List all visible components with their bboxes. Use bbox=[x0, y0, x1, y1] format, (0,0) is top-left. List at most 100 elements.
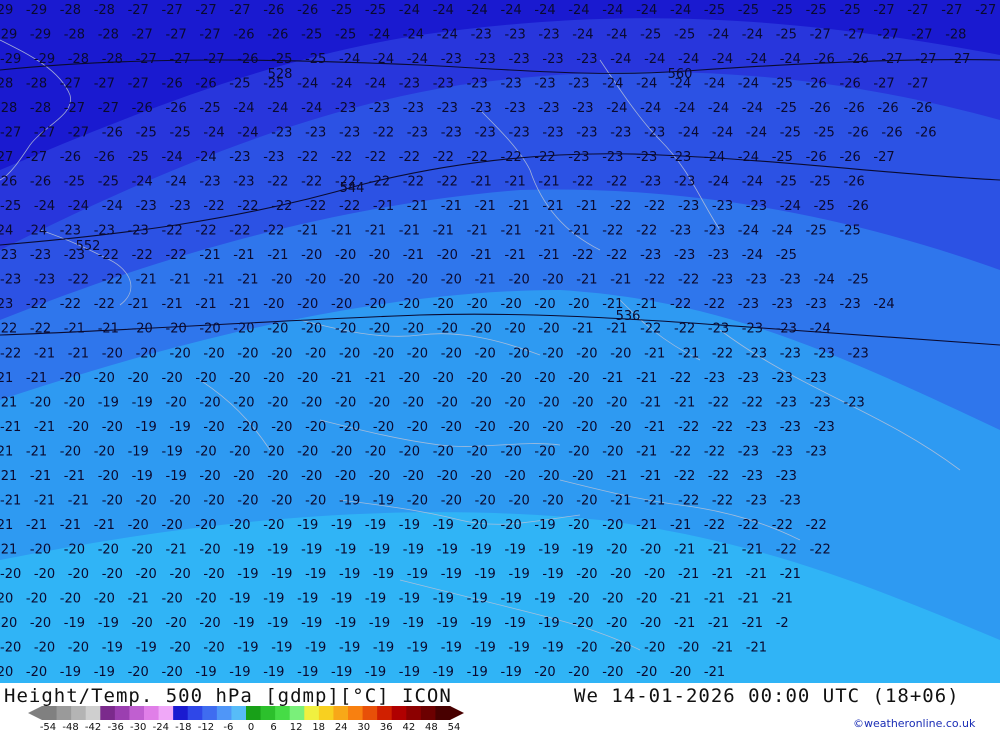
temperature-label: -20 bbox=[542, 346, 563, 361]
temperature-label: -21 bbox=[674, 395, 695, 410]
temperature-label: -20 bbox=[471, 469, 492, 484]
temperature-label: -26 bbox=[911, 101, 932, 116]
temperature-label: -21 bbox=[602, 297, 623, 312]
temperature-label: -20 bbox=[64, 395, 85, 410]
temperature-label: -24 bbox=[237, 126, 258, 141]
temperature-label: -24 bbox=[780, 52, 801, 67]
temperature-label: -20 bbox=[68, 641, 89, 656]
temperature-label: -20 bbox=[102, 420, 123, 435]
temperature-label: -22 bbox=[271, 199, 292, 214]
temperature-label: -24 bbox=[162, 150, 183, 165]
temperature-label: -20 bbox=[572, 616, 593, 631]
temperature-label: -20 bbox=[297, 444, 318, 459]
temperature-label: -20 bbox=[610, 346, 631, 361]
temperature-label: -23 bbox=[475, 52, 496, 67]
temperature-label: -20 bbox=[568, 444, 589, 459]
temperature-label: -23 bbox=[780, 346, 801, 361]
temperature-label: -20 bbox=[610, 641, 631, 656]
temperature-label: -21 bbox=[505, 175, 526, 190]
scale-swatch bbox=[231, 706, 247, 720]
credit-link[interactable]: ©weatheronline.co.uk bbox=[853, 717, 975, 730]
temperature-label: -23 bbox=[0, 273, 21, 288]
temperature-label: -20 bbox=[606, 616, 627, 631]
scale-tick-label: 36 bbox=[379, 722, 393, 733]
temperature-label: -23 bbox=[64, 248, 85, 263]
temperature-label: -21 bbox=[0, 395, 17, 410]
temperature-label: -20 bbox=[233, 395, 254, 410]
temperature-label: -20 bbox=[572, 395, 593, 410]
temperature-map: 560552544536528 -29-29-28-28-27-27-27-27… bbox=[0, 0, 1000, 683]
scale-swatch bbox=[144, 706, 160, 720]
temperature-label: -21 bbox=[128, 591, 149, 606]
temperature-label: -26 bbox=[263, 3, 284, 18]
temperature-label: -21 bbox=[64, 469, 85, 484]
temperature-label: -20 bbox=[369, 469, 390, 484]
temperature-label: -28 bbox=[64, 28, 85, 43]
temperature-label: -25 bbox=[776, 28, 797, 43]
temperature-label: -23 bbox=[505, 101, 526, 116]
temperature-label: -28 bbox=[94, 3, 115, 18]
temperature-label: -21 bbox=[433, 224, 454, 239]
temperature-label: -20 bbox=[102, 346, 123, 361]
temperature-label: -22 bbox=[102, 273, 123, 288]
temperature-label: -24 bbox=[704, 150, 725, 165]
temperature-label: -25 bbox=[136, 126, 157, 141]
temperature-label: -23 bbox=[780, 420, 801, 435]
temperature-label: -20 bbox=[339, 420, 360, 435]
temperature-label: -23 bbox=[407, 126, 428, 141]
temperature-label: -22 bbox=[297, 150, 318, 165]
temperature-label: -22 bbox=[399, 150, 420, 165]
temperature-label: -22 bbox=[708, 395, 729, 410]
temperature-label: -20 bbox=[636, 591, 657, 606]
temperature-label: -23 bbox=[229, 150, 250, 165]
temperature-label: -20 bbox=[606, 542, 627, 557]
temperature-label: -20 bbox=[542, 273, 563, 288]
temperature-label: -20 bbox=[534, 371, 555, 386]
temperature-label: -20 bbox=[403, 322, 424, 337]
temperature-label: -24 bbox=[708, 175, 729, 190]
temperature-label: -19 bbox=[399, 518, 420, 533]
temperature-label: -26 bbox=[237, 52, 258, 67]
temperature-label: -23 bbox=[433, 77, 454, 92]
temperature-label: -22 bbox=[162, 224, 183, 239]
temperature-label: -23 bbox=[437, 101, 458, 116]
temperature-label: -20 bbox=[98, 469, 119, 484]
temperature-label: -20 bbox=[64, 542, 85, 557]
temperature-label: -22 bbox=[0, 346, 21, 361]
temperature-label: -22 bbox=[644, 199, 665, 214]
temperature-label: -20 bbox=[509, 420, 530, 435]
temperature-label: -21 bbox=[170, 273, 191, 288]
temperature-label: -23 bbox=[848, 346, 869, 361]
temperature-label: -20 bbox=[339, 346, 360, 361]
temperature-label: -21 bbox=[0, 444, 13, 459]
scale-swatch bbox=[304, 706, 320, 720]
temperature-label: -19 bbox=[335, 542, 356, 557]
temperature-label: -20 bbox=[199, 322, 220, 337]
color-scale-bar bbox=[28, 706, 464, 720]
temperature-label: -20 bbox=[471, 322, 492, 337]
temperature-label: -19 bbox=[128, 444, 149, 459]
scale-swatch bbox=[275, 706, 291, 720]
temperature-label: -25 bbox=[128, 150, 149, 165]
temperature-label: -23 bbox=[30, 248, 51, 263]
temperature-label: -19 bbox=[297, 665, 318, 680]
temperature-label: -21 bbox=[26, 444, 47, 459]
temperature-label: -21 bbox=[572, 322, 593, 337]
temperature-label: -20 bbox=[203, 346, 224, 361]
temperature-label: -23 bbox=[780, 273, 801, 288]
temperature-label: -24 bbox=[606, 101, 627, 116]
temperature-label: -23 bbox=[335, 101, 356, 116]
temperature-label: -21 bbox=[505, 248, 526, 263]
temperature-label: -22 bbox=[806, 518, 827, 533]
temperature-label: -24 bbox=[534, 3, 555, 18]
scale-arrow-left bbox=[28, 706, 42, 720]
temperature-label: -26 bbox=[30, 175, 51, 190]
temperature-label: -23 bbox=[128, 224, 149, 239]
temperature-label: -22 bbox=[305, 199, 326, 214]
temperature-label: -21 bbox=[365, 224, 386, 239]
temperature-label: -23 bbox=[814, 420, 835, 435]
temperature-label: -19 bbox=[339, 567, 360, 582]
scale-tick-label: -30 bbox=[130, 722, 147, 733]
temperature-label: -20 bbox=[128, 665, 149, 680]
temperature-label: -20 bbox=[271, 273, 292, 288]
